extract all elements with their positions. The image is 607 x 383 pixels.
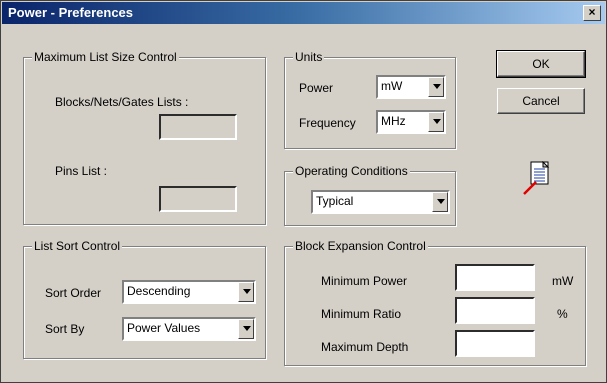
frequency-unit-dropdown-arrow-icon[interactable] [428, 112, 444, 132]
sort-by-select[interactable]: Power Values [122, 317, 256, 341]
sort-by-dropdown-arrow-icon[interactable] [238, 319, 254, 339]
close-button[interactable]: × [583, 5, 601, 21]
power-unit-label: Power [299, 81, 334, 95]
power-unit-select[interactable]: mW [376, 75, 446, 99]
units-legend: Units [293, 50, 325, 64]
minimum-power-unit: mW [552, 274, 574, 288]
max-list-size-legend: Maximum List Size Control [32, 50, 179, 64]
maximum-depth-field[interactable] [455, 330, 535, 357]
max-list-size-group: Maximum List Size Control Blocks/Nets/Ga… [23, 50, 266, 225]
frequency-unit-label: Frequency [299, 116, 356, 130]
operating-conditions-legend: Operating Conditions [293, 164, 410, 178]
list-sort-group: List Sort Control Sort Order Descending … [23, 239, 266, 359]
sort-by-label: Sort By [45, 322, 85, 336]
title-bar[interactable]: Power - Preferences × [2, 2, 605, 24]
sort-by-value: Power Values [127, 321, 201, 335]
operating-conditions-select[interactable]: Typical [311, 190, 450, 214]
preferences-dialog: Power - Preferences × Maximum List Size … [0, 0, 607, 383]
units-group: Units Power mW Frequency MHz [284, 50, 456, 149]
sort-order-value: Descending [127, 284, 191, 298]
block-expansion-legend: Block Expansion Control [293, 239, 428, 253]
blocks-lists-field[interactable] [159, 114, 237, 140]
list-sort-legend: List Sort Control [32, 239, 123, 253]
operating-conditions-dropdown-arrow-icon[interactable] [432, 192, 448, 212]
minimum-ratio-unit: % [557, 307, 568, 321]
operating-conditions-value: Typical [316, 194, 354, 208]
frequency-unit-select[interactable]: MHz [376, 110, 446, 134]
ok-button-label: OK [532, 57, 550, 71]
sort-order-label: Sort Order [45, 286, 102, 300]
block-expansion-group: Block Expansion Control Minimum Power mW… [284, 239, 586, 366]
power-unit-value: mW [381, 79, 403, 93]
notepad-icon [522, 160, 552, 195]
minimum-power-field[interactable] [455, 264, 535, 291]
cancel-button-label: Cancel [522, 94, 560, 108]
minimum-ratio-label: Minimum Ratio [321, 307, 402, 321]
pins-list-label: Pins List : [55, 164, 108, 178]
sort-order-select[interactable]: Descending [122, 280, 256, 304]
window-title: Power - Preferences [8, 5, 134, 20]
pins-list-field[interactable] [159, 186, 237, 212]
minimum-ratio-field[interactable] [455, 297, 535, 324]
minimum-power-label: Minimum Power [321, 274, 408, 288]
operating-conditions-group: Operating Conditions Typical [284, 164, 456, 226]
power-unit-dropdown-arrow-icon[interactable] [428, 77, 444, 97]
frequency-unit-value: MHz [381, 114, 406, 128]
cancel-button[interactable]: Cancel [497, 88, 585, 114]
sort-order-dropdown-arrow-icon[interactable] [238, 282, 254, 302]
maximum-depth-label: Maximum Depth [321, 340, 409, 354]
blocks-lists-label: Blocks/Nets/Gates Lists : [55, 95, 189, 109]
ok-button[interactable]: OK [496, 50, 586, 78]
